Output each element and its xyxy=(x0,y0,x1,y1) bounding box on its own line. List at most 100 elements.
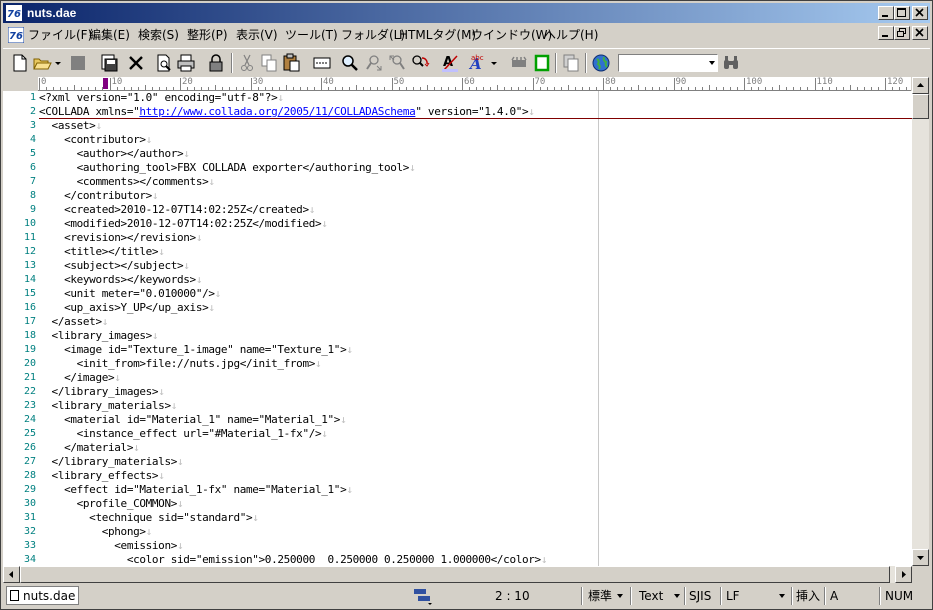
paste-icon[interactable] xyxy=(280,52,302,74)
menu-tools[interactable]: ツール(T) xyxy=(285,28,338,42)
line-ending[interactable]: LF xyxy=(726,589,740,603)
ruler-label: 20 xyxy=(182,77,193,87)
horizontal-scroll-thumb[interactable] xyxy=(20,566,890,583)
encoding[interactable]: SJIS xyxy=(689,589,711,603)
vertical-scrollbar[interactable] xyxy=(912,77,929,566)
ruler-tick xyxy=(137,87,139,90)
document-tab[interactable]: nuts.dae xyxy=(6,586,79,605)
menu-folder[interactable]: フォルダ(L) xyxy=(341,28,405,42)
ruler-tick xyxy=(194,87,196,90)
font-color-icon[interactable]: A xyxy=(439,52,461,74)
binoculars-icon[interactable] xyxy=(720,52,742,74)
line-text: </asset>↓ xyxy=(39,315,109,329)
ruler-tick xyxy=(856,87,858,90)
cut-icon[interactable] xyxy=(236,52,258,74)
line-text-part: <color sid="emission">0.250000 0.250000 … xyxy=(39,553,541,566)
print-preview-icon[interactable] xyxy=(153,52,175,74)
ruler-tick xyxy=(511,87,513,90)
line-text-part: <phong> xyxy=(39,525,146,538)
ruler-tick xyxy=(617,87,619,90)
ruler-tick xyxy=(863,87,865,90)
line-text-part: <COLLADA xmlns=" xyxy=(39,105,140,118)
schema-link[interactable]: http://www.collada.org/2005/11/COLLADASc… xyxy=(139,105,415,118)
close-button[interactable] xyxy=(912,6,928,20)
ruler-tick xyxy=(165,87,167,90)
document-logo-icon[interactable]: 76 xyxy=(7,26,25,44)
ruler-tick xyxy=(631,87,633,90)
minimize-button[interactable] xyxy=(878,6,894,20)
line-text-part: <asset> xyxy=(39,119,96,132)
lock-icon[interactable] xyxy=(205,52,227,74)
browser-globe-icon[interactable] xyxy=(590,52,612,74)
open-folder-icon[interactable] xyxy=(31,52,53,74)
ruler-tick xyxy=(553,87,555,90)
search-next-icon[interactable] xyxy=(363,52,385,74)
ruler-tick xyxy=(736,87,738,90)
doc-close-button[interactable] xyxy=(912,26,928,40)
file-type-dropdown-icon[interactable] xyxy=(674,594,680,598)
search-prev-icon[interactable] xyxy=(386,52,408,74)
menu-html-tag[interactable]: HTMLタグ(M) xyxy=(399,28,476,42)
ruler-tick xyxy=(250,78,252,90)
ruler-tick xyxy=(772,87,774,90)
menu-edit[interactable]: 編集(E) xyxy=(89,28,130,42)
svg-text:76: 76 xyxy=(9,31,23,42)
ruler-tick xyxy=(899,87,901,90)
doc-minimize-button[interactable] xyxy=(878,26,894,40)
ruler-label: 40 xyxy=(323,77,334,87)
doc-restore-button[interactable] xyxy=(894,26,910,40)
menu-window[interactable]: ウインドウ(W) xyxy=(471,28,552,42)
green-frame-icon[interactable] xyxy=(531,52,553,74)
maximize-button[interactable] xyxy=(894,6,910,20)
search-icon[interactable] xyxy=(339,52,361,74)
line-number: 2 xyxy=(29,106,36,117)
scroll-up-button[interactable] xyxy=(912,77,929,94)
title-bar[interactable]: 76 nuts.dae xyxy=(3,3,930,23)
browser-select[interactable] xyxy=(618,54,718,72)
save-as-icon[interactable] xyxy=(98,52,120,74)
open-dropdown-icon[interactable] xyxy=(53,52,63,74)
scroll-down-button[interactable] xyxy=(912,549,929,566)
text-style-dropdown-icon[interactable] xyxy=(489,52,499,74)
print-icon[interactable] xyxy=(175,52,197,74)
ruler-tick xyxy=(673,78,675,90)
ruler-label: 120 xyxy=(887,77,904,87)
replace-icon[interactable] xyxy=(409,52,431,74)
menu-file[interactable]: ファイル(F) xyxy=(28,28,92,42)
insert-mode[interactable]: 挿入 xyxy=(796,589,820,603)
select-box-icon[interactable] xyxy=(311,52,333,74)
file-type[interactable]: Text xyxy=(639,589,663,603)
line-number: 13 xyxy=(23,260,36,271)
menu-format[interactable]: 整形(P) xyxy=(187,28,228,42)
input-mode-dropdown-icon[interactable] xyxy=(617,594,623,598)
scroll-right-button[interactable] xyxy=(895,566,912,583)
menu-view[interactable]: 表示(V) xyxy=(236,28,278,42)
ruler-tick xyxy=(490,87,492,90)
line-end-marker-icon: ↓ xyxy=(321,217,328,230)
sync-scroll-icon[interactable] xyxy=(411,585,433,607)
horizontal-scrollbar[interactable] xyxy=(3,566,912,583)
window-copy-icon[interactable] xyxy=(560,52,582,74)
line-number: 17 xyxy=(23,316,36,327)
copy-icon[interactable] xyxy=(258,52,280,74)
menu-search[interactable]: 検索(S) xyxy=(138,28,179,42)
vertical-scroll-thumb[interactable] xyxy=(912,94,929,119)
ruler-tick xyxy=(222,87,224,90)
ruler-tick xyxy=(208,87,210,90)
input-mode[interactable]: 標準 xyxy=(588,589,612,603)
new-file-icon[interactable] xyxy=(9,52,31,74)
line-number: 3 xyxy=(29,120,36,131)
ruler-tick xyxy=(321,78,322,90)
ruler-tick xyxy=(532,78,534,90)
ruler-tick xyxy=(546,87,548,90)
save-disabled-icon[interactable] xyxy=(67,52,89,74)
ruler-tick xyxy=(821,87,823,90)
line-ending-dropdown-icon[interactable] xyxy=(779,594,785,598)
tag-icon[interactable] xyxy=(508,52,530,74)
delete-icon[interactable] xyxy=(125,52,147,74)
text-style-icon[interactable]: Aabc xyxy=(467,52,489,74)
menu-help[interactable]: ヘルプ(H) xyxy=(544,28,598,42)
scroll-left-button[interactable] xyxy=(3,566,20,583)
line-end-marker-icon: ↓ xyxy=(145,525,153,538)
text-editor[interactable]: 1 <?xml version="1.0" encoding="utf-8"?>↓… xyxy=(3,91,912,566)
